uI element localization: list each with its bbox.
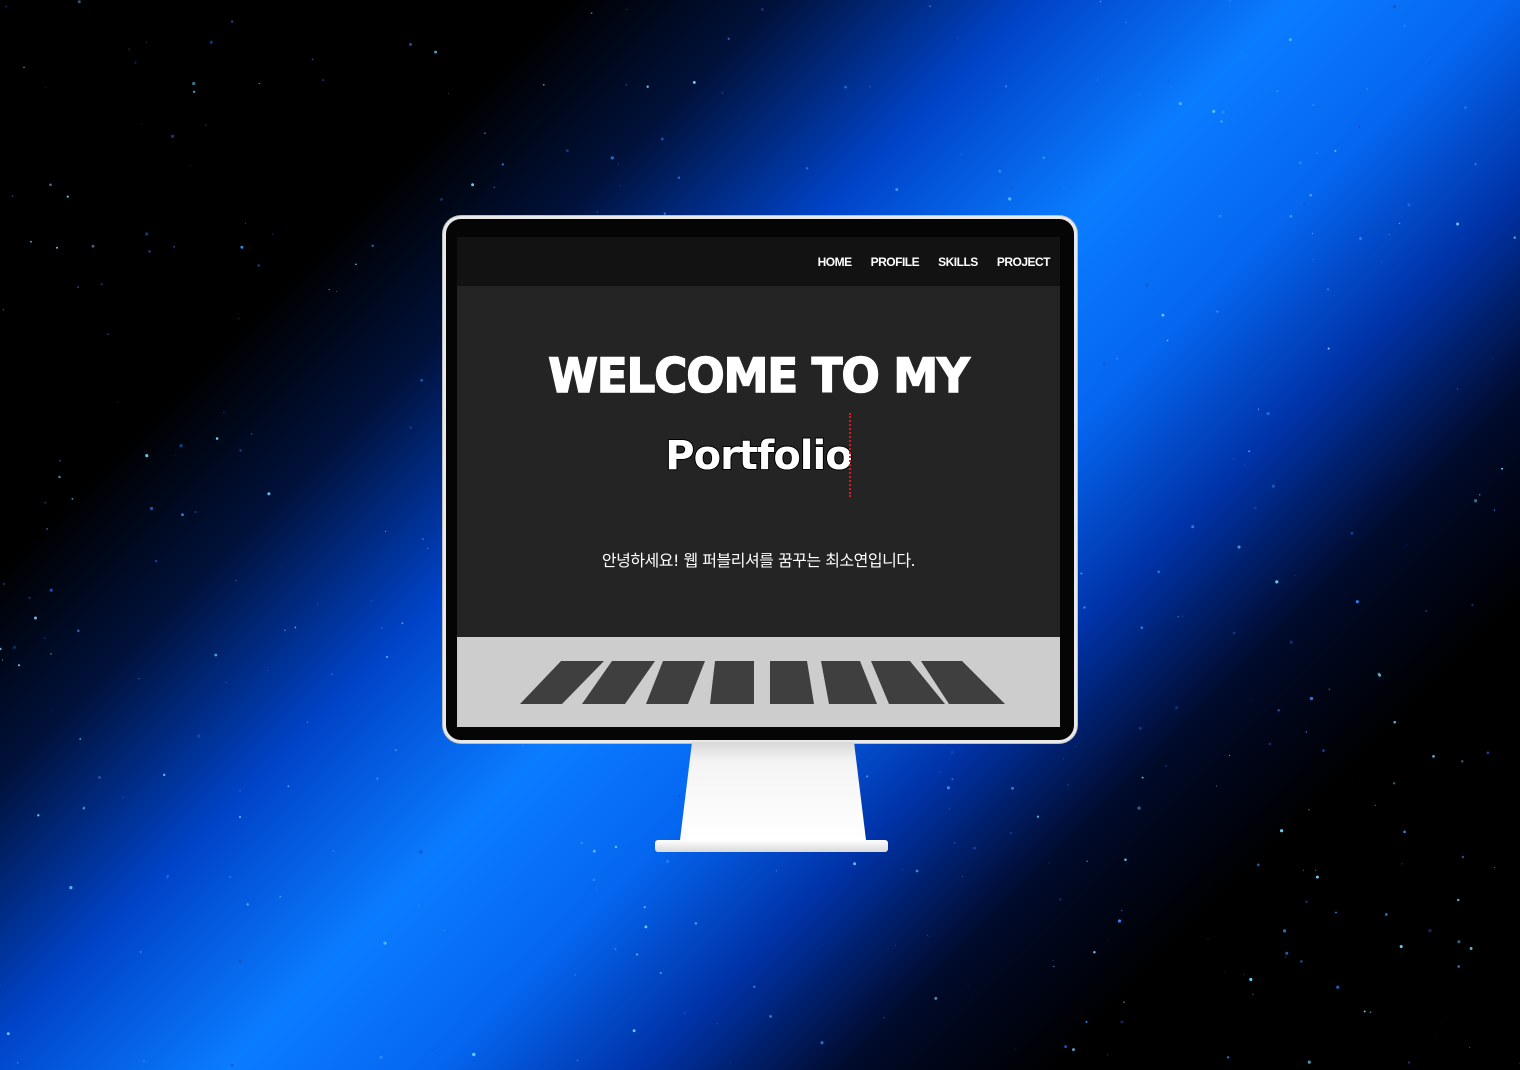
monitor-stand (680, 742, 866, 840)
monitor-frame: HOME PROFILE SKILLS PROJECT WELCOME TO M… (443, 216, 1077, 743)
monitor-base (655, 840, 888, 852)
crosswalk-stripe (710, 661, 754, 704)
crosswalk-stripe (770, 661, 814, 704)
nav-home[interactable]: HOME (818, 255, 853, 269)
typing-cursor (849, 413, 851, 497)
intro-text: 안녕하세요! 웹 퍼블리셔를 꿈꾸는 최소연입니다. (601, 551, 916, 570)
monitor-screen: HOME PROFILE SKILLS PROJECT WELCOME TO M… (457, 237, 1060, 727)
crosswalk-banner (457, 637, 1060, 727)
top-navbar: HOME PROFILE SKILLS PROJECT (457, 237, 1060, 286)
nav-profile[interactable]: PROFILE (871, 255, 920, 269)
hero-subtitle: Portfolio (664, 432, 853, 480)
hero-title: WELCOME TO MY (548, 347, 971, 404)
nav-skills[interactable]: SKILLS (938, 255, 978, 269)
crosswalk-stripe (821, 661, 877, 704)
crosswalk-stripe (646, 661, 705, 704)
crosswalk-stripes (520, 661, 1005, 704)
nav-project[interactable]: PROJECT (997, 255, 1051, 269)
